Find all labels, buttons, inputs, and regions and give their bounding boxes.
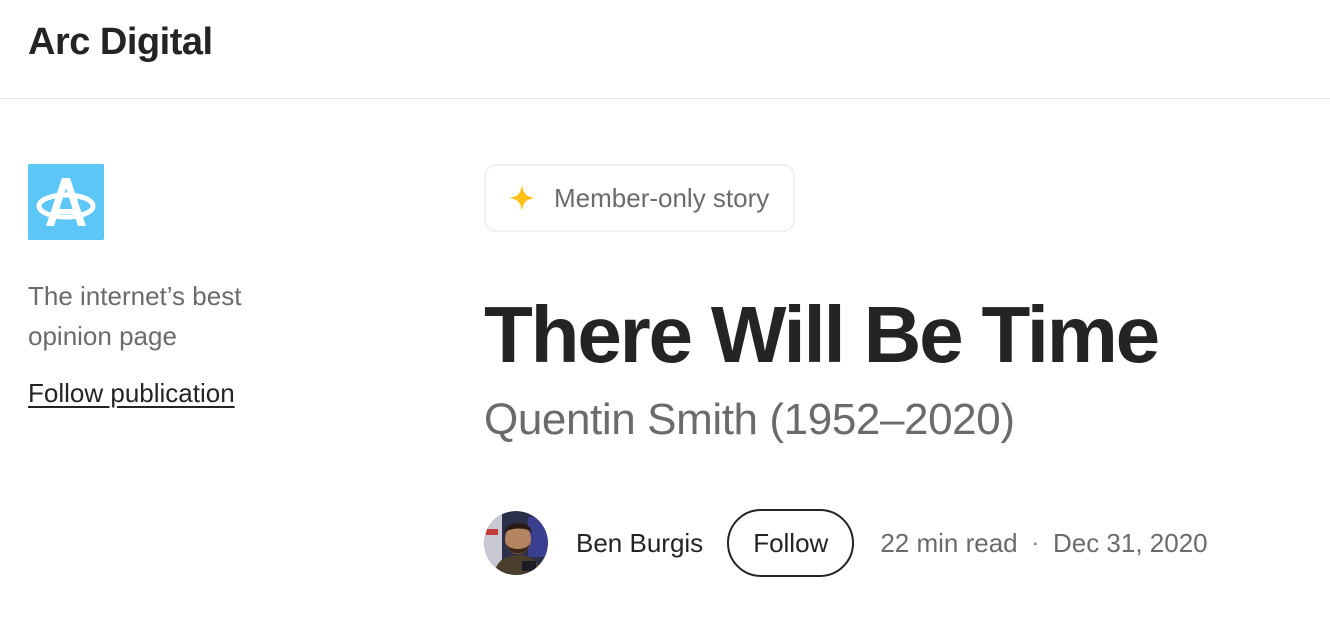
follow-publication-link[interactable]: Follow publication — [28, 378, 235, 409]
meta-separator: · — [1031, 530, 1039, 555]
member-only-label: Member-only story — [554, 182, 770, 213]
member-only-badge: Member-only story — [484, 164, 796, 232]
publication-sidebar: The internet’s best opinion page Follow … — [28, 164, 328, 409]
article-subtitle: Quentin Smith (1952–2020) — [484, 395, 1015, 444]
star-icon — [509, 185, 535, 211]
follow-author-button[interactable]: Follow — [727, 509, 855, 577]
publish-date: Dec 31, 2020 — [1052, 527, 1208, 558]
publication-title[interactable]: Arc Digital — [28, 20, 213, 64]
author-name[interactable]: Ben Burgis — [576, 528, 703, 559]
author-avatar[interactable] — [484, 511, 548, 575]
article-header: Member-only story There Will Be Time Que… — [484, 164, 1304, 577]
top-bar: Arc Digital — [0, 0, 1330, 99]
publication-description: The internet’s best opinion page — [28, 281, 242, 351]
article-meta: 22 min read · Dec 31, 2020 — [880, 528, 1207, 559]
arc-digital-logo-icon[interactable] — [28, 164, 104, 240]
article-title: There Will Be Time — [484, 290, 1160, 379]
read-time: 22 min read — [880, 527, 1018, 558]
byline: Ben Burgis Follow 22 min read · Dec 31, … — [484, 509, 1208, 577]
